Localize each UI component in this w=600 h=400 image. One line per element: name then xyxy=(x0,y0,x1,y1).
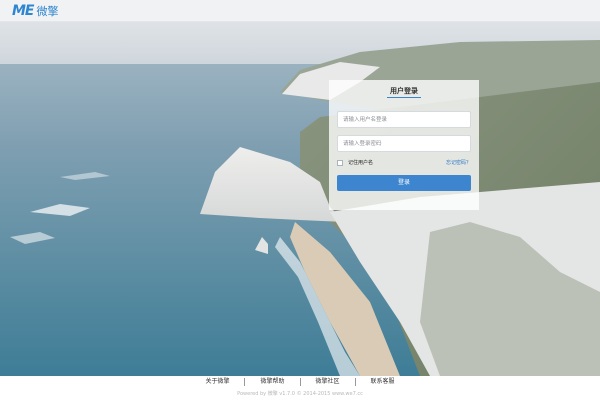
logo[interactable]: ME 微擎 xyxy=(12,2,59,19)
footer-link-community[interactable]: 微擎社区 xyxy=(301,378,355,386)
top-bar: ME 微擎 xyxy=(0,0,600,22)
copyright-text: Powered by 微擎 v1.7.0 © 2014-2015 www.we7… xyxy=(237,391,363,397)
login-panel: 用户登录 记住用户名 忘记密码？ 登录 xyxy=(329,80,479,210)
coastal-cliff-photo xyxy=(0,22,600,376)
username-input[interactable] xyxy=(337,111,471,128)
remember-label: 记住用户名 xyxy=(348,160,374,166)
password-input[interactable] xyxy=(337,135,471,152)
footer-link-help[interactable]: 微擎帮助 xyxy=(245,378,299,386)
title-underline xyxy=(387,97,421,98)
login-button[interactable]: 登录 xyxy=(337,175,471,191)
footer-link-about[interactable]: 关于微擎 xyxy=(190,378,244,386)
forgot-password-link[interactable]: 忘记密码？ xyxy=(446,160,471,167)
footer-link-support[interactable]: 联系客服 xyxy=(356,378,410,386)
remember-checkbox[interactable] xyxy=(337,160,343,166)
logo-text: 微擎 xyxy=(36,4,59,18)
footer: 关于微擎 微擎帮助 微擎社区 联系客服 Powered by 微擎 v1.7.0… xyxy=(0,376,600,400)
remember-row: 记住用户名 忘记密码？ xyxy=(337,160,471,168)
login-title: 用户登录 xyxy=(390,87,418,95)
footer-links: 关于微擎 微擎帮助 微擎社区 联系客服 xyxy=(0,378,600,386)
logo-mark: ME xyxy=(12,2,34,19)
background-photo xyxy=(0,22,600,376)
